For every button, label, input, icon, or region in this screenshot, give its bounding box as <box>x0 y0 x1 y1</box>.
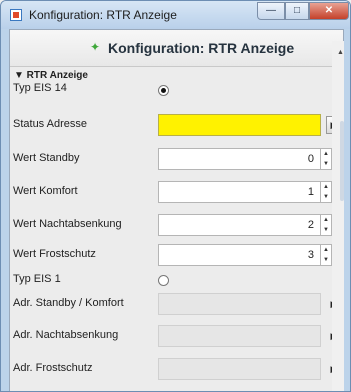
spin-down-icon[interactable]: ▼ <box>321 159 331 169</box>
wert-komfort-input[interactable]: 1 <box>158 181 321 203</box>
status-adresse-field[interactable] <box>158 114 321 136</box>
scrollbar-thumb[interactable] <box>340 121 344 201</box>
wert-standby-input[interactable]: 0 <box>158 148 321 170</box>
typ-eis1-label: Typ EIS 1 <box>13 273 61 285</box>
adr-frostschutz-label: Adr. Frostschutz <box>13 362 93 374</box>
wert-nachtabsenkung-input[interactable]: 2 <box>158 214 321 236</box>
spin-up-icon[interactable]: ▲ <box>321 182 331 192</box>
wert-frostschutz-input[interactable]: 3 <box>158 244 321 266</box>
status-adresse-label: Status Adresse <box>13 118 87 130</box>
maximize-button[interactable]: □ <box>285 2 309 20</box>
dialog-title: Konfiguration: RTR Anzeige <box>108 40 295 56</box>
wert-komfort-label: Wert Komfort <box>13 185 78 197</box>
adr-frostschutz-field[interactable] <box>158 358 321 380</box>
wert-komfort-spinner[interactable]: ▲ ▼ <box>321 181 332 203</box>
adr-nachtabsenkung-field[interactable] <box>158 325 321 347</box>
wert-frostschutz-spinner[interactable]: ▲ ▼ <box>321 244 332 266</box>
wert-nachtabsenkung-label: Wert Nachtabsenkung <box>13 218 122 230</box>
spin-down-icon[interactable]: ▼ <box>321 255 331 265</box>
adr-standby-komfort-label: Adr. Standby / Komfort <box>13 297 124 309</box>
sparkle-icon: ✦ <box>90 40 101 54</box>
dialog-header: ✦ Konfiguration: RTR Anzeige <box>10 30 343 67</box>
window-title: Konfiguration: RTR Anzeige <box>29 8 177 22</box>
spin-up-icon[interactable]: ▲ <box>321 245 331 255</box>
content-panel: ✦ Konfiguration: RTR Anzeige ▼ RTR Anzei… <box>9 29 344 391</box>
app-icon <box>10 9 22 21</box>
configuration-window: Konfiguration: RTR Anzeige — □ ✕ ✦ Konfi… <box>0 0 351 392</box>
section-header-rtr-anzeige[interactable]: ▼ RTR Anzeige <box>14 70 88 81</box>
wert-nachtabsenkung-spinner[interactable]: ▲ ▼ <box>321 214 332 236</box>
spin-down-icon[interactable]: ▼ <box>321 225 331 235</box>
adr-standby-komfort-field[interactable] <box>158 293 321 315</box>
wert-standby-label: Wert Standby <box>13 152 80 164</box>
scroll-up-icon[interactable]: ▲ <box>337 49 344 56</box>
spin-down-icon[interactable]: ▼ <box>321 192 331 202</box>
minimize-button[interactable]: — <box>257 2 285 20</box>
typ-eis14-label: Typ EIS 14 <box>13 82 67 94</box>
adr-nachtabsenkung-label: Adr. Nachtabsenkung <box>13 329 119 341</box>
typ-eis1-radio[interactable] <box>158 275 169 286</box>
close-button[interactable]: ✕ <box>309 2 349 20</box>
typ-eis14-radio[interactable] <box>158 85 169 96</box>
wert-standby-spinner[interactable]: ▲ ▼ <box>321 148 332 170</box>
spin-up-icon[interactable]: ▲ <box>321 149 331 159</box>
wert-frostschutz-label: Wert Frostschutz <box>13 248 96 260</box>
spin-up-icon[interactable]: ▲ <box>321 215 331 225</box>
vertical-scrollbar[interactable] <box>332 41 344 391</box>
title-bar[interactable]: Konfiguration: RTR Anzeige — □ ✕ <box>1 1 350 29</box>
